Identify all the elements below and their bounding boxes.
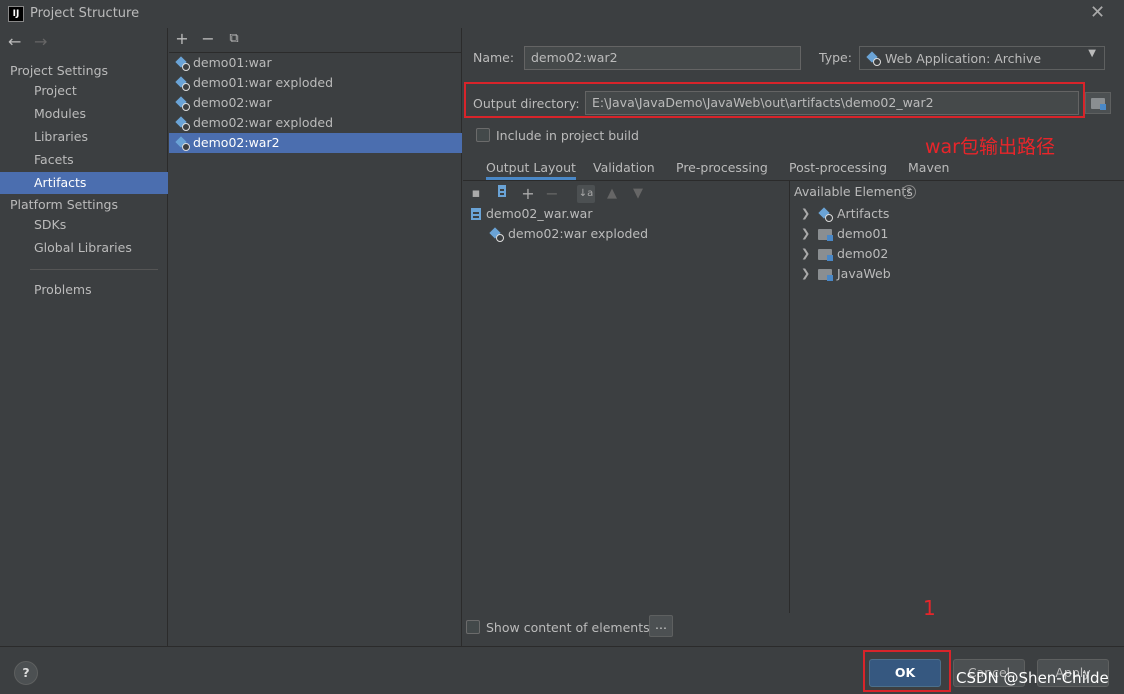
move-down-icon[interactable]: ▼ xyxy=(629,185,647,203)
artifact-label: demo02:war2 xyxy=(193,135,280,150)
available-item-demo02[interactable]: ❯ demo02 xyxy=(801,244,888,264)
close-icon[interactable]: ✕ xyxy=(1090,2,1105,23)
output-path-annotation: war包输出路径 xyxy=(925,136,1055,158)
artifact-label: demo01:war xyxy=(193,55,272,70)
window-title: Project Structure xyxy=(30,6,140,21)
type-label: Type: xyxy=(819,50,852,65)
output-directory-label: Output directory: xyxy=(473,96,580,111)
artifact-list-pane: + − ⧉ demo01:war demo01:war exploded dem… xyxy=(169,28,462,646)
available-item-label: demo01 xyxy=(837,226,889,241)
include-in-build-checkbox[interactable] xyxy=(476,128,490,142)
nav-item-global-libraries[interactable]: Global Libraries xyxy=(0,237,168,259)
arrow-right-icon[interactable]: → xyxy=(34,32,47,51)
settings-navigation: ← → Project Settings Project Modules Lib… xyxy=(0,28,168,646)
nav-item-libraries[interactable]: Libraries xyxy=(0,126,168,148)
nav-item-problems[interactable]: Problems xyxy=(0,279,168,301)
create-directory-icon[interactable]: ▪ xyxy=(467,185,485,203)
layout-child-row[interactable]: demo02:war exploded xyxy=(489,224,648,244)
show-content-label: Show content of elements xyxy=(486,620,650,635)
title-bar: IJ Project Structure ✕ xyxy=(0,0,1124,28)
chevron-right-icon: ❯ xyxy=(801,267,811,280)
war-artifact-icon xyxy=(489,227,504,242)
available-item-label: demo02 xyxy=(837,246,889,261)
nav-item-sdks[interactable]: SDKs xyxy=(0,214,168,236)
available-item-label: JavaWeb xyxy=(837,266,891,281)
copy-artifact-button[interactable]: ⧉ xyxy=(225,30,243,48)
available-item-demo01[interactable]: ❯ demo01 xyxy=(801,224,888,244)
tab-maven[interactable]: Maven xyxy=(908,158,949,180)
project-settings-header: Project Settings xyxy=(10,63,109,78)
artifact-item-demo01-war[interactable]: demo01:war xyxy=(169,53,462,73)
help-circle-icon[interactable]: ? xyxy=(902,185,916,199)
layout-root-label: demo02_war.war xyxy=(486,206,593,221)
nav-item-project[interactable]: Project xyxy=(0,80,168,102)
platform-settings-header: Platform Settings xyxy=(10,197,118,212)
nav-item-facets[interactable]: Facets xyxy=(0,149,168,171)
artifact-item-demo02-war2[interactable]: demo02:war2 xyxy=(169,133,462,153)
artifact-item-demo02-war-exploded[interactable]: demo02:war exploded xyxy=(169,113,462,133)
war-archive-icon xyxy=(471,208,481,220)
layout-root-row[interactable]: demo02_war.war xyxy=(471,204,592,224)
module-folder-icon xyxy=(818,268,833,281)
add-copy-icon[interactable]: + xyxy=(519,185,537,203)
chevron-right-icon: ❯ xyxy=(801,227,811,240)
remove-icon[interactable]: − xyxy=(543,185,561,203)
war-artifact-icon xyxy=(175,136,190,151)
name-field[interactable]: demo02:war2 xyxy=(524,46,801,70)
intellij-logo-icon: IJ xyxy=(8,6,24,22)
type-select[interactable]: Web Application: Archive ▼ xyxy=(859,46,1105,70)
remove-artifact-button[interactable]: − xyxy=(199,30,217,48)
tab-post-processing[interactable]: Post-processing xyxy=(789,158,887,180)
arrow-left-icon[interactable]: ← xyxy=(8,32,21,51)
artifact-label: demo01:war exploded xyxy=(193,75,334,90)
output-directory-field[interactable]: E:\Java\JavaDemo\JavaWeb\out\artifacts\d… xyxy=(585,91,1079,115)
module-folder-icon xyxy=(818,228,833,241)
artifact-item-demo02-war[interactable]: demo02:war xyxy=(169,93,462,113)
artifacts-icon xyxy=(818,207,833,222)
war-artifact-icon xyxy=(175,76,190,91)
ok-button[interactable]: OK xyxy=(869,659,941,687)
browse-folder-button[interactable] xyxy=(1085,92,1111,114)
artifact-item-demo01-war-exploded[interactable]: demo01:war exploded xyxy=(169,73,462,93)
dialog-button-bar: ? OK Cancel Apply CSDN @Shen-Childe xyxy=(0,646,1124,694)
module-folder-icon xyxy=(818,248,833,261)
output-layout-tree-pane: ▪ + − ↓a ▲ ▼ demo02_war.war demo02:war e… xyxy=(463,181,790,613)
artifact-label: demo02:war exploded xyxy=(193,115,334,130)
tab-pre-processing[interactable]: Pre-processing xyxy=(676,158,768,180)
add-artifact-button[interactable]: + xyxy=(173,30,191,48)
help-button[interactable]: ? xyxy=(14,661,38,685)
war-artifact-icon xyxy=(866,51,881,66)
available-item-javaweb[interactable]: ❯ JavaWeb xyxy=(801,264,891,284)
artifact-list: demo01:war demo01:war exploded demo02:wa… xyxy=(169,52,462,153)
chevron-right-icon: ❯ xyxy=(801,207,811,220)
available-item-artifacts[interactable]: ❯ Artifacts xyxy=(801,204,889,224)
show-content-checkbox[interactable] xyxy=(466,620,480,634)
folder-icon xyxy=(1091,98,1106,110)
tab-output-layout[interactable]: Output Layout xyxy=(486,158,576,180)
more-options-button[interactable]: ... xyxy=(649,615,673,637)
type-value: Web Application: Archive xyxy=(885,50,1042,66)
war-artifact-icon xyxy=(175,96,190,111)
nav-item-modules[interactable]: Modules xyxy=(0,103,168,125)
chevron-right-icon: ❯ xyxy=(801,247,811,260)
include-in-build-label: Include in project build xyxy=(496,128,639,143)
sort-alpha-icon[interactable]: ↓a xyxy=(577,185,595,203)
war-artifact-icon xyxy=(175,56,190,71)
nav-item-artifacts[interactable]: Artifacts xyxy=(0,172,168,194)
layout-child-label: demo02:war exploded xyxy=(508,226,649,241)
available-elements-label: Available Elements xyxy=(794,184,913,199)
chevron-down-icon: ▼ xyxy=(1088,48,1096,59)
tab-validation[interactable]: Validation xyxy=(593,158,655,180)
artifact-label: demo02:war xyxy=(193,95,272,110)
nav-divider xyxy=(30,269,158,270)
watermark: CSDN @Shen-Childe xyxy=(956,669,1109,687)
war-artifact-icon xyxy=(175,116,190,131)
create-archive-icon[interactable] xyxy=(493,185,511,203)
artifact-details-pane: Name: demo02:war2 Type: Web Application:… xyxy=(463,28,1124,646)
move-up-icon[interactable]: ▲ xyxy=(603,185,621,203)
name-label: Name: xyxy=(473,50,515,65)
step-number-annotation: 1 xyxy=(923,596,936,620)
available-item-label: Artifacts xyxy=(837,206,890,221)
